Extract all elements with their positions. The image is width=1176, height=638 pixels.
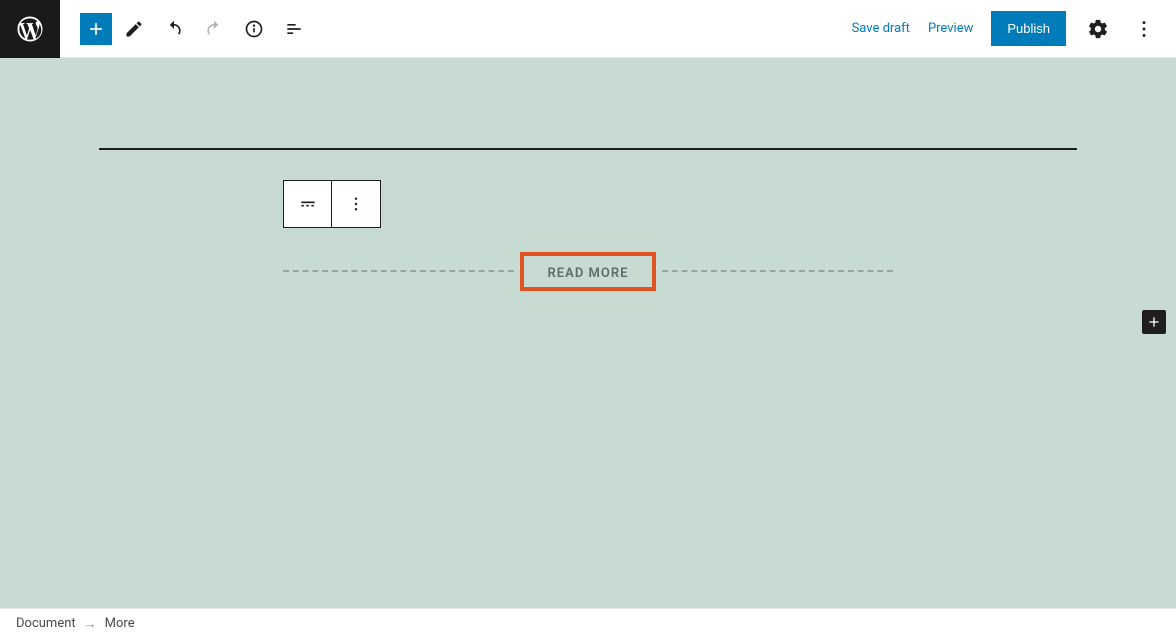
settings-button[interactable] [1084,15,1112,43]
more-options-button[interactable] [1130,15,1158,43]
wordpress-logo[interactable] [0,0,60,58]
preview-button[interactable]: Preview [928,21,973,36]
plus-icon [86,19,106,39]
dashed-line-right [662,270,893,272]
save-draft-button[interactable]: Save draft [852,21,910,36]
read-more-label[interactable]: READ MORE [548,266,629,281]
floating-add-button[interactable] [1142,310,1166,334]
vertical-dots-icon [1133,18,1155,40]
content-area: READ MORE [99,148,1077,289]
block-more-button[interactable] [332,181,380,227]
vertical-dots-icon [347,195,365,213]
block-type-button[interactable] [284,181,332,227]
info-icon [244,19,264,39]
edit-tool-button[interactable] [116,11,152,47]
breadcrumb-separator: → [84,616,97,632]
plus-icon [1146,314,1162,330]
info-button[interactable] [236,11,272,47]
gear-icon [1087,18,1109,40]
redo-button[interactable] [196,11,232,47]
top-toolbar: Save draft Preview Publish [0,0,1176,58]
breadcrumb-current[interactable]: More [105,616,135,631]
block-toolbar [283,180,381,228]
publish-button[interactable]: Publish [991,11,1066,46]
read-more-highlight: READ MORE [520,252,657,291]
undo-button[interactable] [156,11,192,47]
editor-canvas[interactable]: READ MORE [0,58,1176,608]
wordpress-icon [15,14,45,44]
add-block-button[interactable] [80,13,112,45]
dashed-line-left [283,270,514,272]
toolbar-right: Save draft Preview Publish [852,11,1176,46]
title-underline [99,148,1077,150]
outline-button[interactable] [276,11,312,47]
more-block-icon [298,194,318,214]
breadcrumb-root[interactable]: Document [16,616,76,631]
redo-icon [204,19,224,39]
pencil-icon [124,19,144,39]
breadcrumb-footer: Document → More [0,608,1176,638]
list-outline-icon [284,19,304,39]
undo-icon [164,19,184,39]
read-more-block[interactable]: READ MORE [283,253,893,289]
toolbar-left [60,11,312,47]
